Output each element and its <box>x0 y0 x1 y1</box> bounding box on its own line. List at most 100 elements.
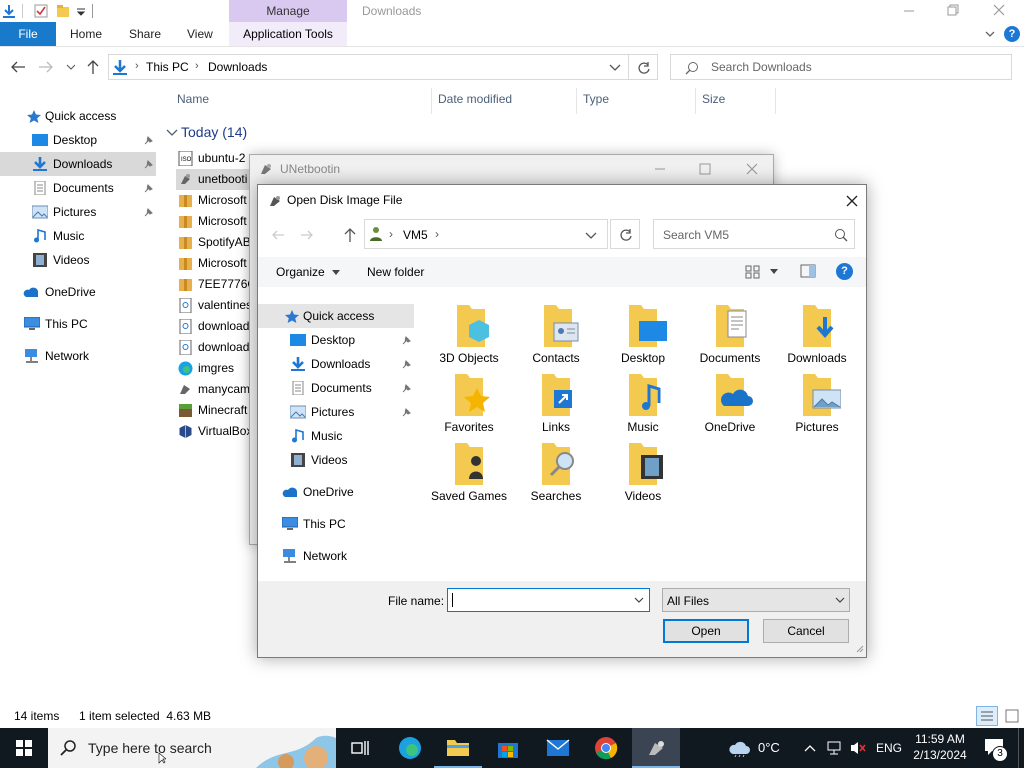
forward-arrow-icon[interactable] <box>38 60 54 74</box>
home-tab[interactable]: Home <box>70 22 102 46</box>
address-dropdown-icon[interactable] <box>585 231 597 241</box>
file-row[interactable]: Minecraft <box>176 400 256 421</box>
folder-searches[interactable]: Searches <box>517 439 595 503</box>
show-desktop-button[interactable] <box>1018 728 1024 768</box>
application-tools-tab[interactable]: Application Tools <box>229 22 347 46</box>
task-view-button[interactable] <box>336 728 384 768</box>
address-bar[interactable]: › This PC › Downloads <box>108 54 658 80</box>
file-row[interactable]: download <box>176 337 256 358</box>
dialog-address-bar[interactable]: › VM5 › <box>364 219 608 249</box>
dialog-nav-quick-access[interactable]: Quick access <box>258 304 414 328</box>
quick-access-toolbar-dropdown-icon[interactable] <box>76 8 86 16</box>
dialog-nav-documents[interactable]: Documents <box>258 376 418 400</box>
unetbootin-taskbar-button[interactable] <box>632 728 680 768</box>
nav-videos[interactable]: Videos <box>0 248 160 272</box>
nav-onedrive[interactable]: OneDrive <box>0 280 160 304</box>
new-folder-icon[interactable] <box>56 4 70 18</box>
file-name-dropdown-icon[interactable] <box>634 597 644 604</box>
show-hidden-icons-chevron-icon[interactable] <box>804 743 816 753</box>
folder-3d-objects[interactable]: 3D Objects <box>430 301 508 365</box>
column-header-name[interactable]: Name <box>177 92 209 106</box>
nav-music[interactable]: Music <box>0 224 160 248</box>
large-icons-view-button[interactable] <box>1002 706 1022 726</box>
file-row[interactable]: manycam <box>176 379 256 400</box>
unetbootin-minimize-button[interactable] <box>650 159 670 179</box>
breadcrumb-downloads[interactable]: Downloads <box>208 60 267 74</box>
nav-quick-access[interactable]: Quick access <box>0 104 160 128</box>
start-button[interactable] <box>0 728 48 768</box>
manage-tab[interactable]: Manage <box>229 0 347 22</box>
resize-grip-icon[interactable] <box>854 643 864 653</box>
organize-button[interactable]: Organize <box>276 265 341 279</box>
help-icon[interactable]: ? <box>836 263 853 280</box>
minimize-button[interactable] <box>900 0 918 22</box>
file-row[interactable]: unetbooti <box>176 169 256 190</box>
view-dropdown-caret-icon[interactable] <box>770 269 778 275</box>
refresh-button[interactable] <box>628 54 658 80</box>
file-row[interactable]: VirtualBox <box>176 421 256 442</box>
unetbootin-maximize-button[interactable] <box>695 159 715 179</box>
store-taskbar-button[interactable] <box>484 728 532 768</box>
breadcrumb-vm5[interactable]: VM5 <box>403 228 428 242</box>
restore-button[interactable] <box>944 0 962 22</box>
folder-downloads[interactable]: Downloads <box>778 301 856 365</box>
up-arrow-icon[interactable] <box>86 59 100 75</box>
dialog-nav-desktop[interactable]: Desktop <box>258 328 418 352</box>
nav-desktop[interactable]: Desktop <box>0 128 160 152</box>
folder-desktop[interactable]: Desktop <box>604 301 682 365</box>
file-row[interactable]: SpotifyAB <box>176 232 256 253</box>
file-tab[interactable]: File <box>0 22 56 46</box>
back-arrow-icon[interactable] <box>10 60 26 74</box>
file-type-select[interactable]: All Files <box>662 588 850 612</box>
breadcrumb-this-pc[interactable]: This PC <box>146 60 189 74</box>
file-row[interactable]: 7EE7776C <box>176 274 256 295</box>
weather-temperature[interactable]: 0°C <box>758 740 780 755</box>
folder-videos[interactable]: Videos <box>604 439 682 503</box>
dialog-nav-videos[interactable]: Videos <box>258 448 418 472</box>
recent-locations-chevron-icon[interactable] <box>66 63 76 71</box>
folder-contacts[interactable]: Contacts <box>517 301 595 365</box>
preview-pane-icon[interactable] <box>800 264 816 278</box>
back-arrow-icon[interactable] <box>271 229 285 241</box>
speaker-muted-icon[interactable] <box>850 740 866 756</box>
nav-this-pc[interactable]: This PC <box>0 312 160 336</box>
help-icon[interactable]: ? <box>1004 26 1020 42</box>
file-row[interactable]: Microsoft <box>176 253 256 274</box>
view-tab[interactable]: View <box>187 22 213 46</box>
nav-pictures[interactable]: Pictures <box>0 200 160 224</box>
dialog-nav-this-pc[interactable]: This PC <box>258 512 418 536</box>
file-name-input[interactable] <box>447 588 650 612</box>
forward-arrow-icon[interactable] <box>300 229 314 241</box>
dialog-nav-onedrive[interactable]: OneDrive <box>258 480 418 504</box>
dialog-nav-music[interactable]: Music <box>258 424 418 448</box>
nav-documents[interactable]: Documents <box>0 176 160 200</box>
details-view-button[interactable] <box>976 706 998 726</box>
unetbootin-close-button[interactable] <box>742 159 762 179</box>
up-arrow-icon[interactable] <box>344 227 356 243</box>
file-row[interactable]: Microsoft <box>176 211 256 232</box>
dialog-nav-downloads[interactable]: Downloads <box>258 352 418 376</box>
folder-saved-games[interactable]: Saved Games <box>430 439 508 503</box>
dialog-refresh-button[interactable] <box>610 219 640 249</box>
weather-cloud-icon[interactable] <box>728 739 750 757</box>
folder-pictures[interactable]: Pictures <box>778 370 856 434</box>
file-row[interactable]: imgres <box>176 358 256 379</box>
folder-links[interactable]: Links <box>517 370 595 434</box>
folder-documents[interactable]: Documents <box>691 301 769 365</box>
file-explorer-taskbar-button[interactable] <box>434 728 482 768</box>
search-vm5-input[interactable]: Search VM5 <box>653 219 855 249</box>
file-row[interactable]: Microsoft <box>176 190 256 211</box>
column-header-date-modified[interactable]: Date modified <box>438 92 512 106</box>
address-dropdown-icon[interactable] <box>609 63 621 73</box>
file-row[interactable]: valentines <box>176 295 256 316</box>
properties-icon[interactable] <box>34 4 48 18</box>
dialog-nav-network[interactable]: Network <box>258 544 418 568</box>
column-header-type[interactable]: Type <box>583 92 609 106</box>
chevron-down-icon[interactable] <box>984 28 996 40</box>
share-tab[interactable]: Share <box>129 22 161 46</box>
file-row[interactable]: ISO ubuntu-2 <box>176 148 256 169</box>
chrome-taskbar-button[interactable] <box>582 728 630 768</box>
cancel-button[interactable]: Cancel <box>763 619 849 643</box>
close-button[interactable] <box>990 0 1008 22</box>
notification-center-button[interactable]: 3 <box>980 736 1010 762</box>
